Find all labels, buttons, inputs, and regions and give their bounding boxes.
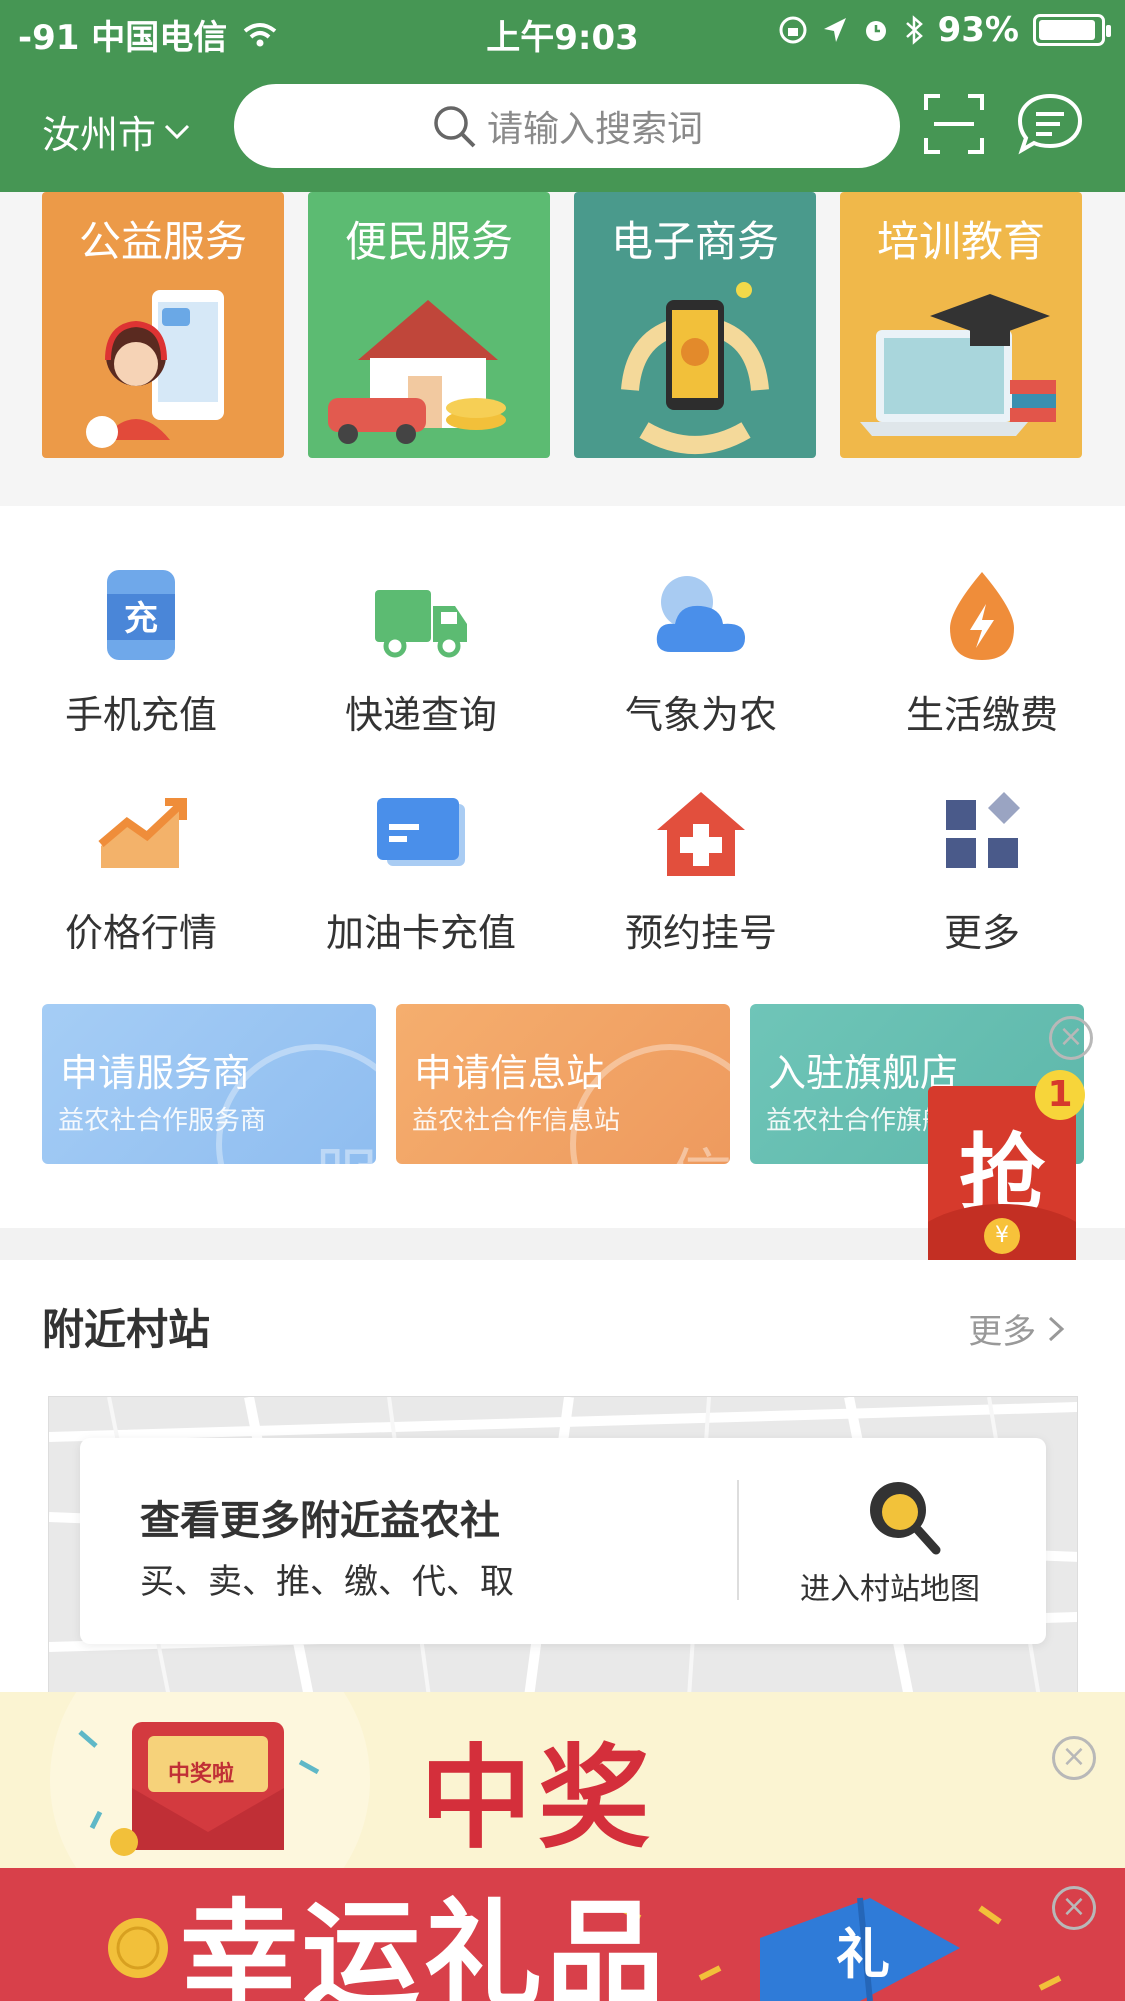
card-icon <box>377 798 465 866</box>
divider <box>737 1480 739 1600</box>
scan-icon[interactable] <box>924 94 984 154</box>
grid-label: 加油卡充值 <box>325 911 516 955</box>
card-training-education[interactable]: 培训教育 <box>840 192 1082 458</box>
battery-icon <box>1033 14 1111 46</box>
grid-item-utilities[interactable]: 生活缴费 <box>842 566 1122 739</box>
hospital-icon <box>657 792 745 876</box>
promo-title: 申请信息站 <box>414 1051 605 1095</box>
bluetooth-icon <box>905 15 923 45</box>
coin-icon: ¥ <box>984 1218 1020 1254</box>
card-public-service[interactable]: 公益服务 <box>42 192 284 458</box>
promo-service-provider[interactable]: 申请服务商 益农社合作服务商 服 <box>42 1004 376 1164</box>
location-arrow-icon <box>823 18 846 42</box>
grid-item-phone-recharge[interactable]: 充 手机充值 <box>1 566 281 739</box>
house-car-icon <box>328 300 506 444</box>
gift-banner-close-button[interactable]: × <box>1052 1886 1096 1930</box>
search-icon <box>434 106 476 148</box>
map-card: 查看更多附近益农社 买、卖、推、缴、代、取 进入村站地图 <box>80 1438 1046 1644</box>
card-label: 培训教育 <box>876 217 1045 266</box>
svg-text:充: 充 <box>124 599 158 639</box>
grid-label: 手机充值 <box>64 693 217 737</box>
map-search-icon[interactable] <box>862 1476 942 1556</box>
city-selector[interactable]: 汝州市 <box>42 104 190 159</box>
win-text: 中奖啦！！！ <box>420 1734 656 1864</box>
gift-text: 幸运礼品 <box>180 1887 669 2001</box>
promo-watermark-char: 信 <box>668 1128 730 1164</box>
battery-percent: 93% <box>937 10 1019 50</box>
gift-box-label: 礼 <box>836 1923 890 1986</box>
message-icon[interactable] <box>1016 92 1084 156</box>
weather-icon <box>656 576 745 652</box>
card-label: 公益服务 <box>78 217 247 266</box>
grid-label: 价格行情 <box>64 911 217 955</box>
map-card-subtitle: 买、卖、推、缴、代、取 <box>140 1562 514 1602</box>
more-grid-icon <box>946 792 1020 868</box>
customer-service-icon <box>86 290 224 448</box>
card-label: 便民服务 <box>344 217 513 266</box>
search-input[interactable]: 请输入搜索词 <box>234 84 900 168</box>
grid-label: 快递查询 <box>344 693 497 737</box>
card-label: 电子商务 <box>610 217 779 266</box>
city-label: 汝州市 <box>42 113 157 157</box>
rotation-lock-icon <box>779 16 807 44</box>
card-ecommerce[interactable]: 电子商务 <box>574 192 816 458</box>
trend-chart-icon <box>98 798 187 868</box>
grid-label: 生活缴费 <box>905 693 1058 737</box>
truck-icon <box>375 590 467 658</box>
grid-item-weather[interactable]: 气象为农 <box>561 566 841 739</box>
grid-label: 气象为农 <box>624 693 777 737</box>
alarm-icon <box>865 21 886 41</box>
grid-item-price[interactable]: 价格行情 <box>1 784 281 957</box>
promo-watermark-char: 服 <box>314 1128 376 1164</box>
status-bar: -91 中国电信 上午9:03 93% <box>0 0 1125 62</box>
ecommerce-phone-icon <box>621 282 769 454</box>
envelope-text: 中奖啦 <box>168 1762 235 1787</box>
promo-info-station[interactable]: 申请信息站 益农社合作信息站 信 <box>396 1004 730 1164</box>
gift-banner[interactable]: 幸运礼品 礼 × <box>0 1868 1125 2001</box>
search-placeholder: 请输入搜索词 <box>486 109 703 150</box>
enter-map-button[interactable]: 进入村站地图 <box>770 1564 1010 1608</box>
map-card-title: 查看更多附近益农社 <box>140 1498 500 1544</box>
chevron-right-icon <box>1048 1316 1065 1342</box>
section-title: 附近村站 <box>42 1305 211 1354</box>
prize-banner-close-button[interactable]: × <box>1052 1736 1096 1780</box>
prize-banner[interactable]: 中奖啦 中奖啦！！！ × <box>0 1692 1125 1868</box>
laptop-cap-icon <box>860 294 1056 436</box>
phone-recharge-icon: 充 <box>107 570 175 660</box>
grid-item-express[interactable]: 快递查询 <box>281 566 561 739</box>
promo-title: 申请服务商 <box>60 1051 251 1095</box>
grid-item-fuel-card[interactable]: 加油卡充值 <box>281 784 561 957</box>
grid-label: 预约挂号 <box>624 911 777 955</box>
grab-badge: 1 <box>1035 1070 1085 1120</box>
grab-close-button[interactable]: × <box>1049 1016 1093 1060</box>
grid-item-appointment[interactable]: 预约挂号 <box>561 784 841 957</box>
top-header: -91 中国电信 上午9:03 93% 汝州市 请输入搜索词 <box>0 0 1125 192</box>
bolt-drop-icon <box>950 572 1014 660</box>
status-right: 93% <box>778 10 1111 50</box>
more-link[interactable]: 更多 <box>968 1304 1065 1353</box>
category-cards: 公益服务 便民服务 电子商务 培训教育 <box>0 192 1125 506</box>
chevron-down-icon <box>164 124 190 139</box>
card-convenience-service[interactable]: 便民服务 <box>308 192 550 458</box>
more-label: 更多 <box>968 1312 1037 1352</box>
grid-label: 更多 <box>943 911 1020 955</box>
grid-item-more[interactable]: 更多 <box>842 784 1122 957</box>
